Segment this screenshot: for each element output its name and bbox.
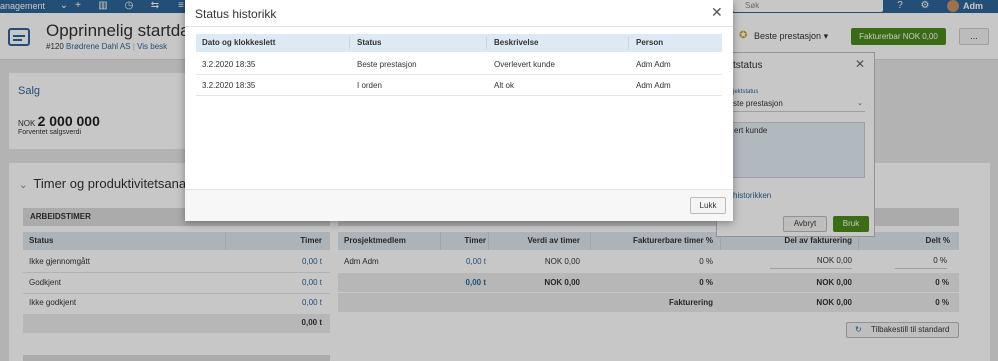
modal-divider xyxy=(185,26,733,27)
col-description[interactable]: Beskrivelse xyxy=(494,34,538,52)
history-status: Beste prestasjon xyxy=(357,60,417,69)
history-person: Adm Adm xyxy=(636,81,671,90)
history-table-header: Dato og klokkeslett Status Beskrivelse P… xyxy=(196,34,722,52)
close-icon[interactable]: ✕ xyxy=(711,4,723,21)
history-description: Alt ok xyxy=(494,81,515,90)
modal-footer xyxy=(185,189,733,221)
history-description: Overlevert kunde xyxy=(494,60,555,69)
history-row: 3.2.2020 18:35 Beste prestasjon Overleve… xyxy=(196,54,722,75)
col-person[interactable]: Person xyxy=(636,34,663,52)
history-row: 3.2.2020 18:35 I orden Alt ok Adm Adm xyxy=(196,75,722,96)
history-date: 3.2.2020 18:35 xyxy=(202,81,256,90)
modal-title: Status historikk xyxy=(195,7,277,21)
col-date[interactable]: Dato og klokkeslett xyxy=(202,34,275,52)
col-status[interactable]: Status xyxy=(357,34,381,52)
status-history-modal: Status historikk ✕ Dato og klokkeslett S… xyxy=(185,0,733,221)
close-button[interactable]: Lukk xyxy=(690,197,726,214)
history-date: 3.2.2020 18:35 xyxy=(202,60,256,69)
history-status: I orden xyxy=(357,81,382,90)
history-person: Adm Adm xyxy=(636,60,671,69)
